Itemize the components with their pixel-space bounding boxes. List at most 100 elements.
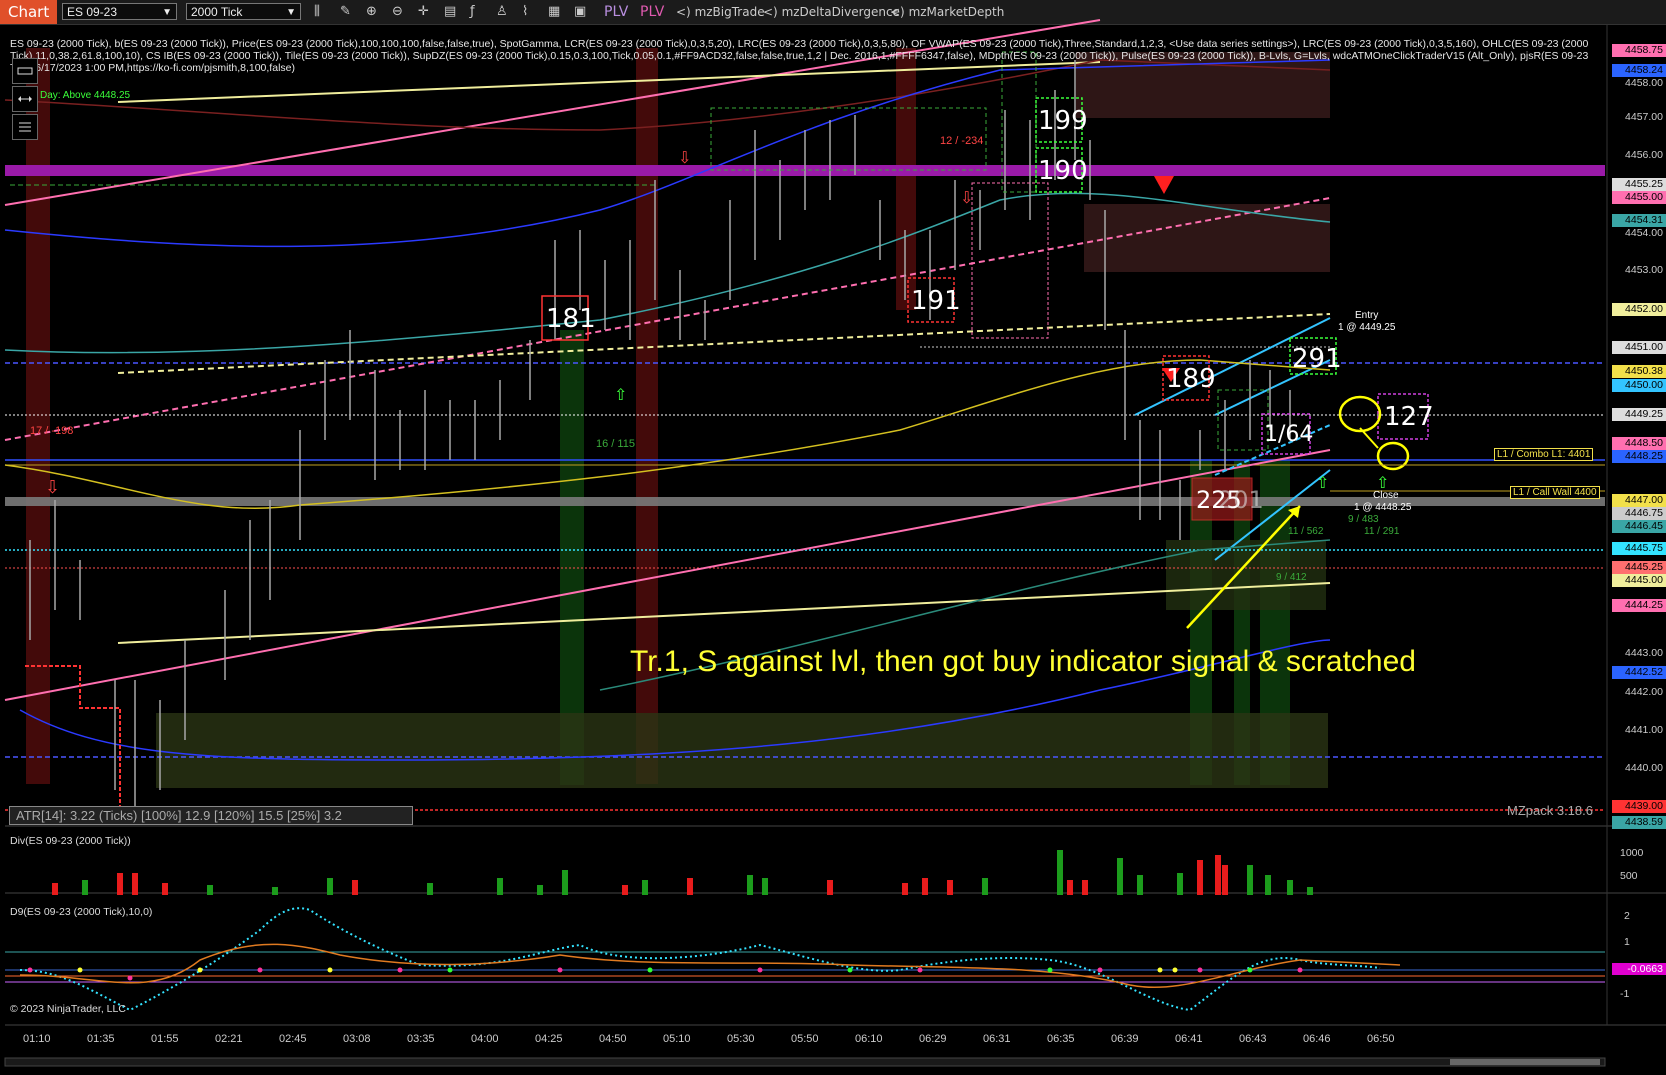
- time-label: 01:55: [151, 1033, 179, 1045]
- time-label: 06:10: [855, 1033, 883, 1045]
- price-label: 4448.25: [1612, 449, 1666, 463]
- time-label: 01:35: [87, 1033, 115, 1045]
- d9-axis-2: 2: [1624, 910, 1630, 922]
- ratio-label-16-115: 16 / 115: [596, 438, 635, 450]
- time-label: 06:50: [1367, 1033, 1395, 1045]
- ratio-label-9-483: 9 / 483: [1348, 514, 1379, 525]
- price-label: 4448.50: [1612, 436, 1666, 450]
- price-label: 4441.00: [1625, 723, 1663, 736]
- entry-label: Entry: [1355, 310, 1379, 321]
- trade-note-text: Tr.1, S against lvl, then got buy indica…: [630, 645, 1416, 678]
- expand-icon[interactable]: [12, 86, 38, 112]
- time-label: 01:10: [23, 1033, 51, 1045]
- time-label: 05:30: [727, 1033, 755, 1045]
- price-label: 4451.00: [1612, 340, 1666, 354]
- price-label: 4445.75: [1612, 541, 1666, 555]
- time-label: 03:08: [343, 1033, 371, 1045]
- indicator-list-line-1: ES 09-23 (2000 Tick), b(ES 09-23 (2000 T…: [10, 38, 1589, 50]
- indicator-list-line-2: Tick),11,0,38.2,61.8,100,10), CS IB(ES 0…: [10, 50, 1589, 62]
- price-label: 4458.00: [1625, 76, 1663, 89]
- div-axis-500: 500: [1620, 870, 1638, 882]
- price-label: 4455.00: [1612, 191, 1666, 205]
- d9-panel-title: D9(ES 09-23 (2000 Tick),10,0): [10, 906, 153, 918]
- volume-number-201: 201: [1218, 486, 1264, 514]
- price-label: 4442.00: [1625, 685, 1663, 698]
- call-wall-label: L1 / Call Wall 4400: [1510, 486, 1600, 499]
- price-label: 4452.00: [1612, 302, 1666, 316]
- volume-number-291: 291: [1292, 344, 1342, 374]
- price-label: 4456.00: [1625, 149, 1663, 162]
- svg-text:⇩: ⇩: [960, 188, 973, 207]
- time-label: 05:50: [791, 1033, 819, 1045]
- ratio-label-11-562: 11 / 562: [1288, 526, 1324, 537]
- price-label: 4446.75: [1612, 507, 1666, 521]
- d9-current-value: -0.0663: [1612, 963, 1666, 975]
- close-label: Close: [1373, 490, 1399, 501]
- price-label: 4454.00: [1625, 227, 1663, 240]
- svg-text:⇩: ⇩: [45, 477, 60, 498]
- day-above-label: Day: Above 4448.25: [40, 90, 131, 101]
- svg-text:⇧: ⇧: [614, 385, 627, 404]
- ratio-label-11-291: 11 / 291: [1364, 526, 1400, 537]
- price-label: 4442.52: [1612, 665, 1666, 679]
- mzpack-version: MZpack 3.18.6: [1507, 803, 1593, 818]
- time-label: 03:35: [407, 1033, 435, 1045]
- time-label: 02:21: [215, 1033, 243, 1045]
- volume-number-191: 191: [911, 286, 961, 316]
- volume-number-181: 181: [546, 304, 596, 334]
- time-label: 04:00: [471, 1033, 499, 1045]
- volume-number-189: 189: [1166, 364, 1216, 394]
- price-label: 4449.25: [1612, 407, 1666, 421]
- price-label: 4458.75: [1612, 44, 1666, 57]
- d9-axis-minus-1: -1: [1620, 988, 1630, 1000]
- volume-number-1-64: 1/64: [1264, 422, 1314, 447]
- time-label: 06:39: [1111, 1033, 1139, 1045]
- price-chart-drawing: ⇩ ⇩ ⇩ ⇧ ⇧ ⇧: [4, 19, 1666, 1067]
- price-label: 4455.25: [1612, 178, 1666, 192]
- copyright-label: © 2023 NinjaTrader, LLC: [10, 1003, 126, 1015]
- price-label: 4446.45: [1612, 520, 1666, 534]
- time-label: 06:46: [1303, 1033, 1331, 1045]
- time-label: 02:45: [279, 1033, 307, 1045]
- ratio-label-12-234: 12 / -234: [940, 135, 984, 147]
- d9-axis-1: 1: [1624, 936, 1630, 948]
- ratio-label-9-412: 9 / 412: [1276, 572, 1307, 583]
- price-label: 4454.31: [1612, 214, 1666, 228]
- time-label: 06:35: [1047, 1033, 1075, 1045]
- time-label: 04:25: [535, 1033, 563, 1045]
- volume-number-199: 199: [1038, 106, 1088, 136]
- entry-fill-label: 1 @ 4449.25: [1338, 322, 1396, 333]
- time-label: 06:31: [983, 1033, 1011, 1045]
- svg-text:⇧: ⇧: [1316, 473, 1329, 492]
- combo-level-label: L1 / Combo L1: 4401: [1494, 448, 1594, 461]
- price-label: 4440.00: [1625, 762, 1663, 775]
- time-label: 04:50: [599, 1033, 627, 1045]
- price-label: 4450.38: [1612, 364, 1666, 378]
- price-label: 4457.00: [1625, 111, 1663, 124]
- price-label: 4438.59: [1612, 816, 1666, 830]
- svg-text:⇩: ⇩: [678, 148, 691, 167]
- ratio-label-17-198: 17 / -198: [30, 425, 74, 437]
- price-label: 4458.24: [1612, 63, 1666, 77]
- time-label: 06:29: [919, 1033, 947, 1045]
- time-label: 06:43: [1239, 1033, 1267, 1045]
- volume-number-127: 127: [1384, 402, 1434, 432]
- price-label: 4450.00: [1612, 379, 1666, 393]
- time-label: 06:41: [1175, 1033, 1203, 1045]
- time-label: 05:10: [663, 1033, 691, 1045]
- close-fill-label: 1 @ 4448.25: [1354, 502, 1412, 513]
- atr-readout: ATR[14]: 3.22 (Ticks) [100%] 12.9 [120%]…: [9, 806, 413, 825]
- price-label: 4447.00: [1612, 494, 1666, 508]
- price-label: 4445.00: [1612, 574, 1666, 588]
- price-label: 4443.00: [1625, 647, 1663, 660]
- indicator-list-line-3: Tick),6/17/2023 1:00 PM,https://ko-fi.co…: [10, 62, 295, 74]
- price-label: 4444.25: [1612, 599, 1666, 613]
- volume-number-190: 190: [1038, 156, 1088, 186]
- ruler-icon[interactable]: [12, 58, 38, 84]
- div-panel-title: Div(ES 09-23 (2000 Tick)): [10, 835, 131, 847]
- price-label: 4445.25: [1612, 561, 1666, 575]
- price-label: 4439.00: [1612, 800, 1666, 814]
- div-axis-1000: 1000: [1620, 847, 1644, 859]
- menu-icon[interactable]: [12, 114, 38, 140]
- price-label: 4453.00: [1625, 264, 1663, 277]
